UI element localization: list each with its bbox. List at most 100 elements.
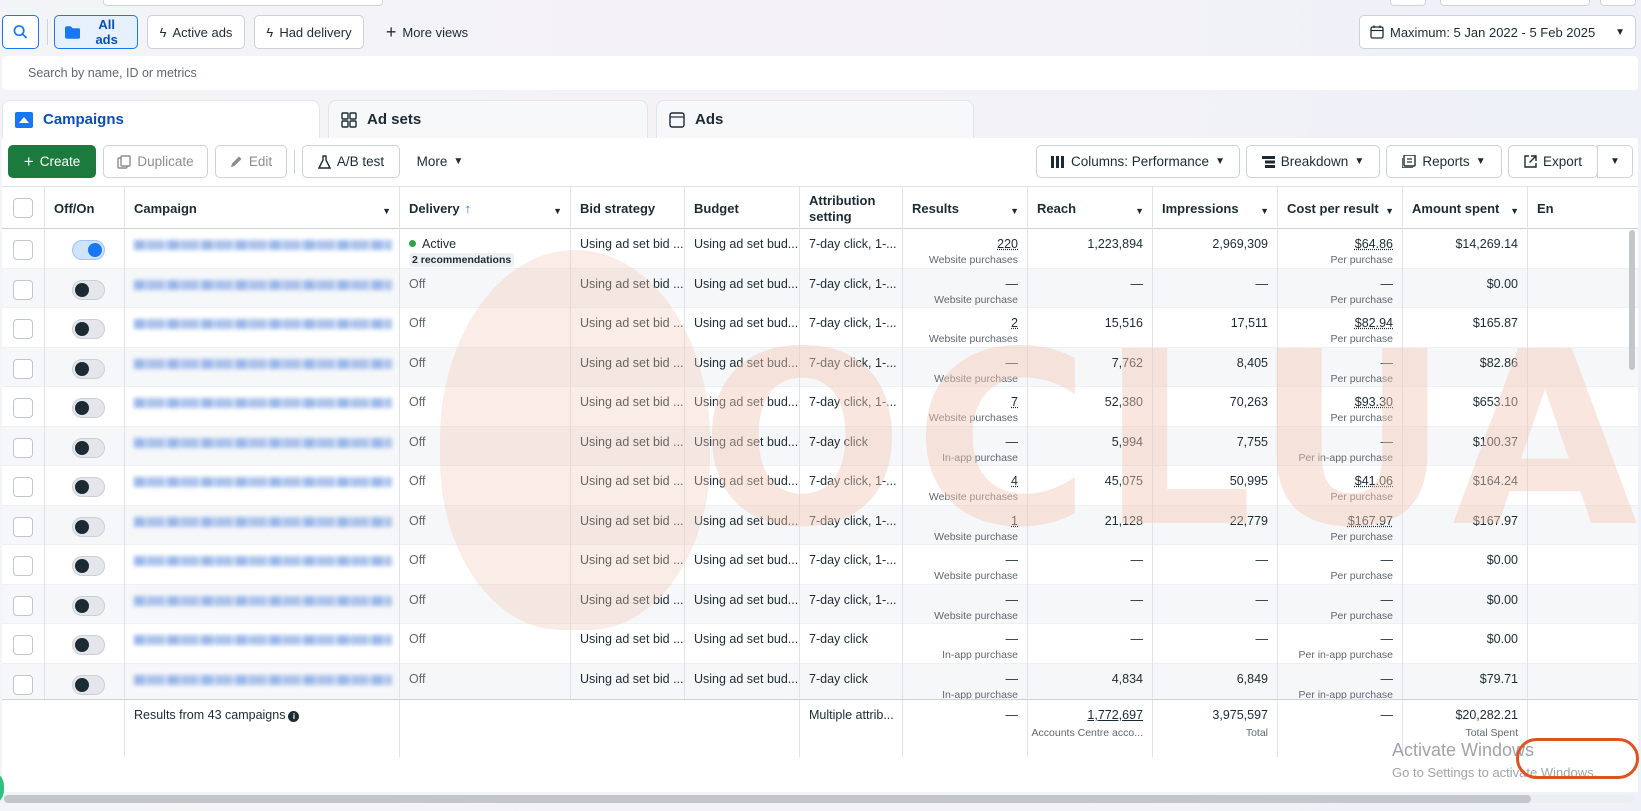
caret-down-icon[interactable]: ▼ [1010, 203, 1019, 219]
column-header-reach[interactable]: Reach ▼ [1028, 187, 1153, 230]
browser-tab-stub[interactable] [103, 0, 383, 6]
more-actions-button[interactable]: More ▼ [408, 145, 472, 178]
campaign-toggle[interactable] [72, 279, 105, 300]
vertical-scrollbar[interactable] [1629, 230, 1635, 370]
table-row[interactable]: Off Using ad set bid ... Using ad set bud.… [2, 308, 1638, 348]
all-ads-view-button[interactable]: All ads [54, 15, 138, 49]
info-icon[interactable]: i [288, 711, 300, 722]
campaign-name-redacted[interactable] [134, 319, 392, 329]
column-header-bid-strategy[interactable]: Bid strategy [571, 187, 685, 230]
campaign-name-redacted[interactable] [134, 398, 392, 408]
campaign-toggle[interactable] [72, 516, 105, 537]
scrollbar-thumb[interactable] [4, 795, 1531, 803]
more-views-button[interactable]: + More views [372, 15, 482, 49]
column-header-delivery[interactable]: Delivery ↑ ▼ [400, 187, 571, 230]
campaign-name-redacted[interactable] [134, 240, 392, 250]
caret-down-icon[interactable]: ▼ [553, 203, 562, 219]
had-delivery-view-button[interactable]: ϟ Had delivery [254, 15, 364, 49]
row-checkbox[interactable] [13, 319, 33, 339]
tab-campaigns[interactable]: Campaigns [2, 100, 320, 138]
search-button[interactable] [2, 15, 39, 49]
top-right-control[interactable] [1600, 0, 1636, 6]
campaign-name-redacted[interactable] [134, 635, 392, 645]
create-button[interactable]: + Create [8, 145, 96, 178]
column-header-attribution[interactable]: Attribution setting [800, 187, 903, 230]
divider [294, 150, 295, 174]
row-checkbox[interactable] [13, 279, 33, 300]
caret-down-icon[interactable]: ▼ [1135, 203, 1144, 219]
campaign-name-redacted[interactable] [134, 674, 392, 685]
recommendations-badge[interactable]: 2 recommendations [409, 253, 515, 267]
campaign-toggle[interactable] [72, 556, 105, 576]
totals-cost-per-result: — [1380, 708, 1394, 722]
table-row[interactable]: Off Using ad set bid ... Using ad set bud.… [2, 268, 1638, 308]
row-checkbox[interactable] [13, 595, 33, 616]
row-checkbox[interactable] [13, 358, 33, 379]
active-ads-view-button[interactable]: ϟ Active ads [147, 15, 245, 49]
export-options-button[interactable]: ▼ [1597, 145, 1633, 178]
campaign-toggle[interactable] [72, 595, 105, 616]
breakdown-button[interactable]: Breakdown ▼ [1246, 145, 1380, 178]
campaign-toggle[interactable] [72, 477, 105, 497]
campaign-name-redacted[interactable] [134, 595, 392, 606]
column-header-budget[interactable]: Budget [685, 187, 800, 230]
table-row[interactable]: Off Using ad set bid ... Using ad set bud.… [2, 663, 1638, 703]
campaign-name-redacted[interactable] [134, 437, 392, 448]
row-checkbox[interactable] [13, 240, 33, 260]
column-header-campaign[interactable]: Campaign ▼ [125, 187, 400, 230]
row-checkbox[interactable] [13, 398, 33, 418]
sort-ascending-icon[interactable]: ↑ [465, 201, 472, 217]
tab-ads[interactable]: Ads [656, 100, 974, 138]
table-row[interactable]: Off Using ad set bid ... Using ad set bud.… [2, 387, 1638, 427]
table-row[interactable]: Off Using ad set bid ... Using ad set bud.… [2, 466, 1638, 506]
campaign-name-redacted[interactable] [134, 279, 392, 290]
caret-down-icon[interactable]: ▼ [1385, 203, 1394, 219]
top-right-control[interactable] [1390, 0, 1426, 6]
campaign-toggle[interactable] [72, 240, 105, 260]
campaign-toggle[interactable] [72, 437, 105, 458]
table-row[interactable]: Off Using ad set bid ... Using ad set bud.… [2, 624, 1638, 664]
caret-down-icon[interactable]: ▼ [1510, 203, 1519, 219]
campaign-toggle[interactable] [72, 635, 105, 655]
search-input[interactable]: Search by name, ID or metrics [2, 56, 1638, 90]
table-row[interactable]: Off Using ad set bid ... Using ad set bud.… [2, 505, 1638, 545]
row-checkbox[interactable] [13, 674, 33, 695]
column-header-cost-per-result[interactable]: Cost per result ▼ [1278, 187, 1403, 230]
duplicate-button[interactable]: Duplicate [103, 145, 208, 178]
campaign-name-redacted[interactable] [134, 516, 392, 527]
tab-ad-sets[interactable]: Ad sets [328, 100, 648, 138]
campaign-toggle[interactable] [72, 674, 105, 695]
table-row[interactable]: Off Using ad set bid ... Using ad set bud.… [2, 545, 1638, 585]
edit-button[interactable]: Edit [215, 145, 287, 178]
table-row[interactable]: Off Using ad set bid ... Using ad set bud.… [2, 426, 1638, 466]
export-button[interactable]: Export [1508, 145, 1598, 178]
campaign-name-redacted[interactable] [134, 477, 392, 487]
column-header-amount-spent[interactable]: Amount spent ▼ [1403, 187, 1528, 230]
select-all-checkbox[interactable] [13, 198, 33, 218]
horizontal-scrollbar[interactable] [4, 795, 1634, 803]
caret-down-icon[interactable]: ▼ [382, 203, 391, 219]
row-checkbox[interactable] [13, 477, 33, 497]
row-checkbox[interactable] [13, 556, 33, 576]
row-checkbox[interactable] [13, 437, 33, 458]
campaign-toggle[interactable] [72, 319, 105, 339]
top-right-control[interactable] [1440, 0, 1590, 6]
column-header-impressions[interactable]: Impressions ▼ [1153, 187, 1278, 230]
row-checkbox[interactable] [13, 516, 33, 537]
caret-down-icon[interactable]: ▼ [1260, 203, 1269, 219]
columns-button[interactable]: Columns: Performance ▼ [1036, 145, 1240, 178]
reports-button[interactable]: Reports ▼ [1386, 145, 1502, 178]
table-row[interactable]: Off Using ad set bid ... Using ad set bud.… [2, 584, 1638, 624]
column-header-off-on[interactable]: Off/On [45, 187, 125, 230]
column-header-results[interactable]: Results ▼ [903, 187, 1028, 230]
date-range-picker[interactable]: Maximum: 5 Jan 2022 - 5 Feb 2025 ▼ [1359, 15, 1636, 49]
ab-test-button[interactable]: A/B test [302, 145, 400, 178]
table-row[interactable]: Active 2 recommendations Using ad set bid … [2, 229, 1638, 269]
column-header-next[interactable]: En [1528, 187, 1638, 230]
campaign-toggle[interactable] [72, 358, 105, 379]
row-checkbox[interactable] [13, 635, 33, 655]
campaign-toggle[interactable] [72, 398, 105, 418]
campaign-name-redacted[interactable] [134, 358, 392, 369]
table-row[interactable]: Off Using ad set bid ... Using ad set bud.… [2, 347, 1638, 387]
campaign-name-redacted[interactable] [134, 556, 392, 566]
